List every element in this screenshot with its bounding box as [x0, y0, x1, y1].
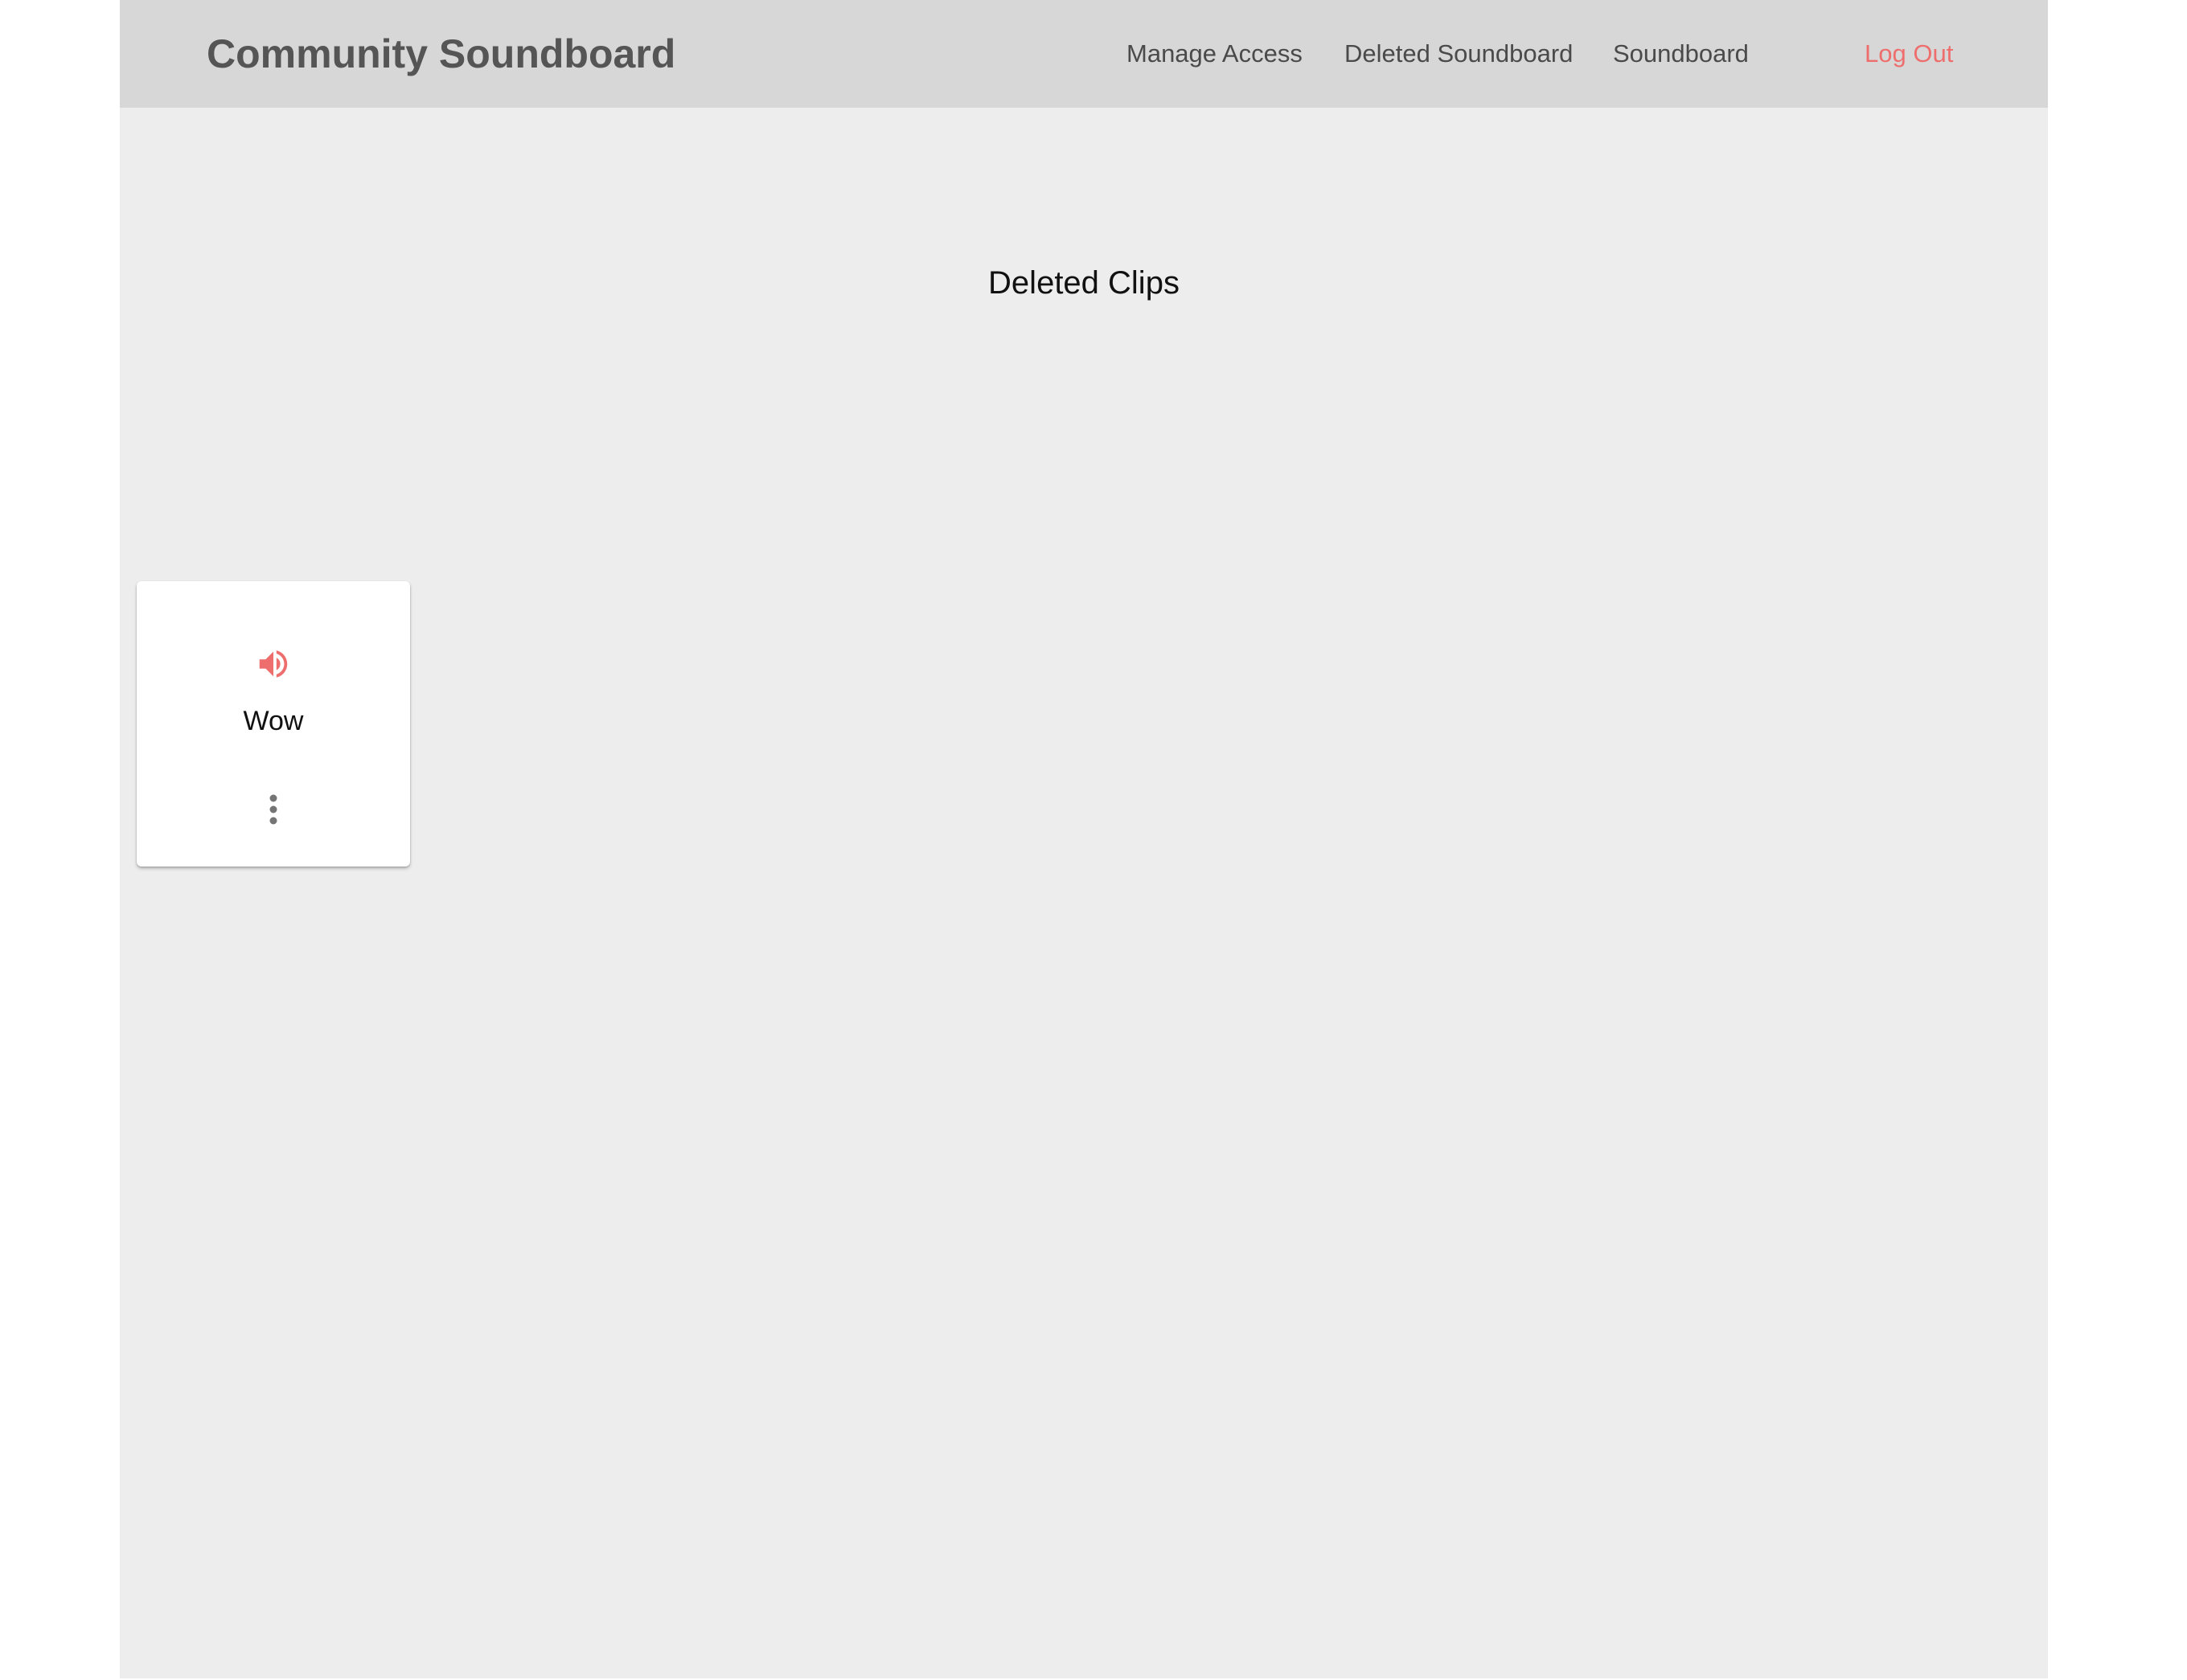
logout-link[interactable]: Log Out	[1865, 0, 1953, 108]
nav-deleted-soundboard[interactable]: Deleted Soundboard	[1344, 0, 1573, 108]
app-container: Community Soundboard Manage Access Delet…	[120, 0, 2048, 1678]
nav-manage-access[interactable]: Manage Access	[1126, 0, 1303, 108]
page-title: Deleted Clips	[988, 265, 1180, 301]
volume-up-icon[interactable]	[255, 645, 292, 682]
more-vert-icon[interactable]	[257, 792, 289, 827]
nav-soundboard[interactable]: Soundboard	[1613, 0, 1749, 108]
brand-logo[interactable]: Community Soundboard	[207, 0, 675, 108]
clip-card: Wow	[137, 581, 410, 867]
clip-name: Wow	[243, 706, 304, 736]
navbar: Community Soundboard Manage Access Delet…	[120, 0, 2048, 108]
